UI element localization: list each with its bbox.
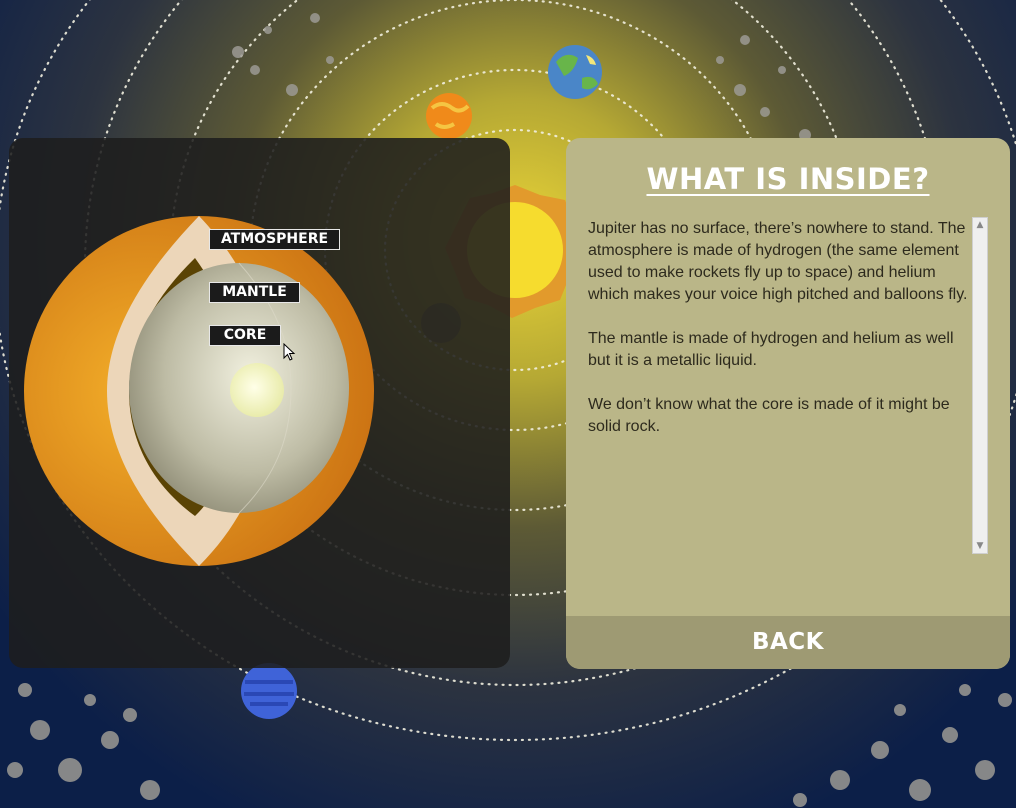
atmosphere-label[interactable]: ATMOSPHERE	[209, 229, 340, 250]
info-text-area[interactable]: Jupiter has no surface, there’s nowhere …	[588, 218, 974, 558]
core-label[interactable]: CORE	[209, 325, 281, 346]
jupiter-cutaway-illustration	[24, 216, 510, 566]
info-paragraph-3: We don’t know what the core is made of i…	[588, 396, 950, 435]
text-scrollbar[interactable]: ▲ ▼	[972, 217, 988, 554]
scroll-down-icon[interactable]: ▼	[973, 540, 987, 552]
info-paragraph-2: The mantle is made of hydrogen and heliu…	[588, 330, 954, 369]
mantle-label[interactable]: MANTLE	[209, 282, 300, 303]
info-paragraph-1: Jupiter has no surface, there’s nowhere …	[588, 220, 968, 303]
mouse-cursor-icon	[283, 343, 296, 361]
info-title: WHAT IS INSIDE?	[646, 162, 930, 196]
info-panel: WHAT IS INSIDE? Jupiter has no surface, …	[566, 138, 1010, 669]
scroll-up-icon[interactable]: ▲	[973, 219, 987, 231]
back-button[interactable]: BACK	[566, 616, 1010, 669]
jupiter-cutaway-panel: ATMOSPHERE MANTLE CORE	[9, 138, 510, 668]
